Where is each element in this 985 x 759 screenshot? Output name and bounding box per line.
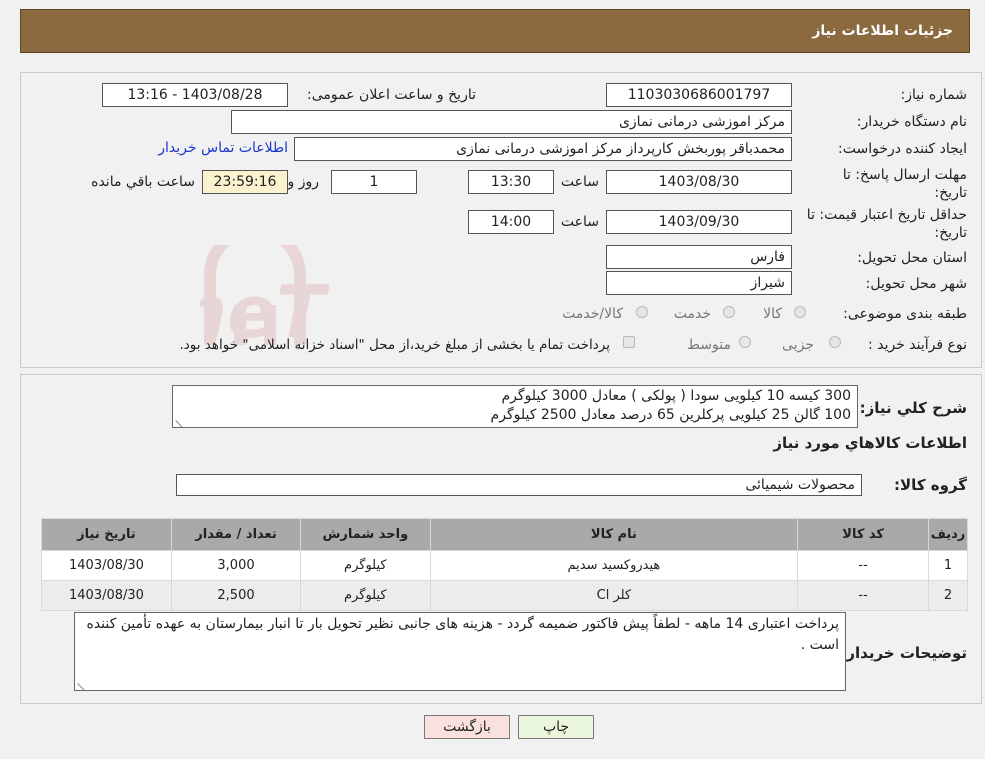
creator-label: ایجاد کننده درخواست: [838, 141, 967, 157]
buyer-contact-link[interactable]: اطلاعات تماس خریدار [158, 140, 288, 156]
cell-code: -- [797, 550, 930, 581]
category-radio-goods[interactable] [794, 306, 806, 318]
description-line-1: 300 کیسه 10 کیلویی سودا ( پولکی ) معادل … [501, 388, 851, 404]
goods-table: رديف کد کالا نام کالا واحد شمارش تعداد /… [41, 518, 968, 611]
table-row: 2 -- کلر Cl کیلوگرم 2,500 1403/08/30 [41, 580, 968, 611]
category-option-service: خدمت [673, 306, 711, 322]
col-qty: تعداد / مقدار [170, 518, 302, 551]
cell-date: 1403/08/30 [41, 580, 172, 611]
buyer-notes-label: توضیحات خریدار: [840, 644, 967, 662]
col-row: رديف [928, 518, 968, 551]
category-label: طبقه بندی موضوعی: [843, 306, 967, 322]
category-radio-service[interactable] [723, 306, 735, 318]
col-code: کد کالا [797, 518, 930, 551]
deadline-label: مهلت ارسال پاسخ: تا تاریخ: [843, 166, 967, 202]
cell-unit: کیلوگرم [300, 580, 431, 611]
description-textarea[interactable]: 300 کیسه 10 کیلویی سودا ( پولکی ) معادل … [172, 385, 858, 428]
deadline-label-line2: تاریخ: [934, 185, 967, 201]
description-label: شرح کلي نياز: [859, 399, 967, 417]
category-option-goods: کالا [763, 306, 782, 322]
buyer-notes-text: پرداخت اعتباری 14 ماهه - لطفاً پیش فاکتو… [86, 616, 840, 653]
validity-date-field[interactable]: 1403/09/30 [606, 210, 792, 234]
goods-group-field[interactable]: محصولات شیمیائی [176, 474, 862, 496]
table-row: 1 -- هیدروکسید سدیم کیلوگرم 3,000 1403/0… [41, 550, 968, 581]
col-name: نام کالا [429, 518, 799, 551]
process-treasury-checkbox[interactable] [623, 336, 635, 348]
goods-table-header: رديف کد کالا نام کالا واحد شمارش تعداد /… [41, 518, 968, 551]
cell-date: 1403/08/30 [41, 550, 172, 581]
validity-label-line1: حداقل تاریخ اعتبار قیمت: تا [806, 207, 967, 223]
validity-time-field[interactable]: 14:00 [468, 210, 554, 234]
category-option-goods-service: کالا/خدمت [562, 306, 623, 322]
page-header: جزئیات اطلاعات نیاز [20, 9, 970, 53]
buyer-org-label: نام دستگاه خریدار: [856, 114, 967, 130]
col-date: تاريخ نياز [41, 518, 172, 551]
cell-name: هیدروکسید سدیم [429, 550, 799, 581]
cell-row: 2 [928, 580, 968, 611]
province-field[interactable]: فارس [606, 245, 792, 269]
need-number-label: شماره نیاز: [900, 87, 968, 103]
description-line-2: 100 گالن 25 کیلویی پرکلرین 65 درصد معادل… [490, 407, 851, 423]
goods-group-label: گروه کالا: [894, 476, 967, 494]
category-radio-goods-service[interactable] [636, 306, 648, 318]
announce-datetime-field[interactable]: 1403/08/28 - 13:16 [102, 83, 288, 107]
process-radio-minor[interactable] [829, 336, 841, 348]
remaining-word: ساعت باقي مانده [91, 174, 195, 190]
process-option-medium: متوسط [687, 337, 731, 353]
process-option-minor: جزیی [782, 337, 814, 353]
city-field[interactable]: شیراز [606, 271, 792, 295]
city-label: شهر محل تحویل: [865, 276, 967, 292]
back-button[interactable]: بازگشت [424, 715, 510, 739]
cell-code: -- [797, 580, 930, 611]
validity-time-word: ساعت [560, 214, 599, 230]
process-treasury-note: پرداخت تمام یا بخشی از مبلغ خرید،از محل … [179, 337, 610, 353]
deadline-time-word: ساعت [560, 174, 599, 190]
validity-label: حداقل تاریخ اعتبار قیمت: تا تاریخ: [807, 206, 967, 242]
validity-label-line2: تاریخ: [934, 225, 967, 241]
goods-section-title: اطلاعات کالاهاي مورد نياز [773, 434, 967, 452]
process-label: نوع فرآیند خرید : [868, 337, 967, 353]
days-word: روز و [287, 174, 320, 190]
cell-qty: 3,000 [170, 550, 302, 581]
buyer-notes-textarea[interactable]: پرداخت اعتباری 14 ماهه - لطفاً پیش فاکتو… [74, 612, 846, 691]
need-number-field[interactable]: 1103030686001797 [606, 83, 792, 107]
page-title: جزئیات اطلاعات نیاز [812, 23, 953, 39]
deadline-label-line1: مهلت ارسال پاسخ: تا [842, 167, 967, 183]
cell-unit: کیلوگرم [300, 550, 431, 581]
print-button[interactable]: چاپ [518, 715, 594, 739]
remaining-time-field[interactable]: 23:59:16 [202, 170, 288, 194]
process-radio-medium[interactable] [739, 336, 751, 348]
days-remaining-field[interactable]: 1 [331, 170, 417, 194]
deadline-time-field[interactable]: 13:30 [468, 170, 554, 194]
announce-label: تاریخ و ساعت اعلان عمومی: [307, 87, 476, 103]
cell-name: کلر Cl [429, 580, 799, 611]
province-label: استان محل تحویل: [857, 250, 967, 266]
col-unit: واحد شمارش [300, 518, 431, 551]
buyer-org-field[interactable]: مرکز اموزشی درمانی نمازی [231, 110, 792, 134]
cell-row: 1 [928, 550, 968, 581]
deadline-date-field[interactable]: 1403/08/30 [606, 170, 792, 194]
cell-qty: 2,500 [170, 580, 302, 611]
creator-field[interactable]: محمدباقر پوربخش کارپرداز مرکز اموزشی درم… [294, 137, 792, 161]
